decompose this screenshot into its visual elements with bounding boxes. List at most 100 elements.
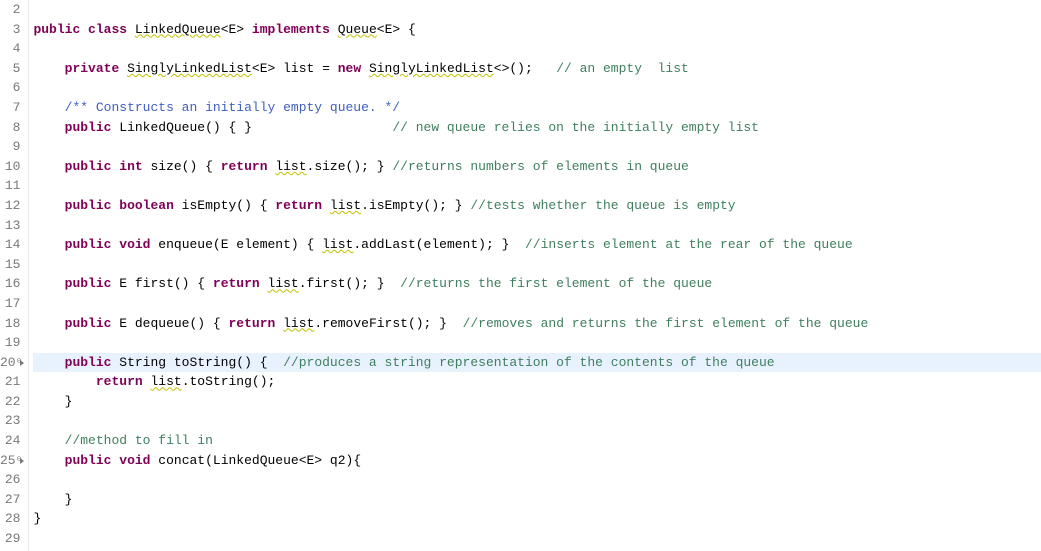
- code-token: [33, 355, 64, 370]
- line-number[interactable]: 12: [0, 196, 20, 216]
- code-editor-area[interactable]: public class LinkedQueue<E> implements Q…: [29, 0, 1041, 551]
- code-line[interactable]: public E dequeue() { return list.removeF…: [33, 314, 1041, 334]
- line-number[interactable]: 8: [0, 118, 20, 138]
- line-number[interactable]: 17: [0, 294, 20, 314]
- code-line[interactable]: }: [33, 509, 1041, 529]
- code-line[interactable]: //method to fill in: [33, 431, 1041, 451]
- line-number[interactable]: 15: [0, 255, 20, 275]
- code-line[interactable]: public void concat(LinkedQueue<E> q2){: [33, 451, 1041, 471]
- line-number[interactable]: 22: [0, 392, 20, 412]
- code-token: LinkedQueue() { }: [111, 120, 392, 135]
- code-token: [33, 237, 64, 252]
- line-number[interactable]: 27: [0, 490, 20, 510]
- code-token: list: [150, 374, 181, 389]
- line-number[interactable]: 19: [0, 333, 20, 353]
- code-token: list: [283, 316, 314, 331]
- code-line[interactable]: /** Constructs an initially empty queue.…: [33, 98, 1041, 118]
- code-line[interactable]: public void enqueue(E element) { list.ad…: [33, 235, 1041, 255]
- code-line[interactable]: [33, 39, 1041, 59]
- code-token: [127, 22, 135, 37]
- code-line[interactable]: [33, 137, 1041, 157]
- code-token: .toString();: [182, 374, 276, 389]
- code-token: LinkedQueue: [135, 22, 221, 37]
- code-token: [33, 61, 64, 76]
- line-number[interactable]: 3: [0, 20, 20, 40]
- code-line[interactable]: public int size() { return list.size(); …: [33, 157, 1041, 177]
- line-number[interactable]: 14: [0, 235, 20, 255]
- line-number[interactable]: 21: [0, 372, 20, 392]
- code-token: [33, 198, 64, 213]
- code-line[interactable]: }: [33, 490, 1041, 510]
- code-token: //returns the first element of the queue: [400, 276, 712, 291]
- code-line[interactable]: [33, 216, 1041, 236]
- line-number[interactable]: 16: [0, 274, 20, 294]
- code-token: SinglyLinkedList: [127, 61, 252, 76]
- code-token: [119, 61, 127, 76]
- code-token: // new queue relies on the initially emp…: [392, 120, 759, 135]
- line-number[interactable]: 6: [0, 78, 20, 98]
- code-token: [33, 374, 95, 389]
- code-token: //inserts element at the rear of the que…: [525, 237, 853, 252]
- code-line[interactable]: [33, 176, 1041, 196]
- code-line[interactable]: private SinglyLinkedList<E> list = new S…: [33, 59, 1041, 79]
- code-line[interactable]: public boolean isEmpty() { return list.i…: [33, 196, 1041, 216]
- line-number[interactable]: 9: [0, 137, 20, 157]
- line-number[interactable]: 20⊝: [0, 353, 20, 373]
- code-line[interactable]: [33, 255, 1041, 275]
- code-token: //returns numbers of elements in queue: [392, 159, 688, 174]
- line-number[interactable]: 28: [0, 509, 20, 529]
- code-line[interactable]: [33, 333, 1041, 353]
- code-line[interactable]: public class LinkedQueue<E> implements Q…: [33, 20, 1041, 40]
- code-token: [275, 316, 283, 331]
- code-line[interactable]: }: [33, 392, 1041, 412]
- code-line[interactable]: public LinkedQueue() { } // new queue re…: [33, 118, 1041, 138]
- code-token: SinglyLinkedList: [369, 61, 494, 76]
- code-token: public: [65, 276, 112, 291]
- code-line[interactable]: [33, 0, 1041, 20]
- code-token: .size(); }: [307, 159, 393, 174]
- code-line[interactable]: [33, 470, 1041, 490]
- line-number[interactable]: 13: [0, 216, 20, 236]
- code-line[interactable]: [33, 78, 1041, 98]
- line-number[interactable]: 24: [0, 431, 20, 451]
- line-number[interactable]: 29: [0, 529, 20, 549]
- code-token: .first(); }: [299, 276, 400, 291]
- code-token: [330, 22, 338, 37]
- code-token: // an empty list: [556, 61, 689, 76]
- code-token: return: [275, 198, 322, 213]
- line-number[interactable]: 23: [0, 411, 20, 431]
- code-token: public: [65, 120, 112, 135]
- line-number[interactable]: 25⊝: [0, 451, 20, 471]
- code-token: [33, 159, 64, 174]
- code-token: [33, 276, 64, 291]
- code-token: //tests whether the queue is empty: [470, 198, 735, 213]
- line-number[interactable]: 2: [0, 0, 20, 20]
- code-token: /** Constructs an initially empty queue.…: [65, 100, 400, 115]
- code-line[interactable]: [33, 529, 1041, 549]
- line-number[interactable]: 18: [0, 314, 20, 334]
- code-token: public boolean: [65, 198, 174, 213]
- code-line[interactable]: public String toString() { //produces a …: [33, 353, 1041, 373]
- line-number[interactable]: 4: [0, 39, 20, 59]
- code-token: <E> {: [377, 22, 416, 37]
- code-token: [33, 100, 64, 115]
- line-number[interactable]: 5: [0, 59, 20, 79]
- code-token: public: [65, 316, 112, 331]
- code-token: [260, 276, 268, 291]
- code-token: [361, 61, 369, 76]
- code-line[interactable]: public E first() { return list.first(); …: [33, 274, 1041, 294]
- code-token: [33, 316, 64, 331]
- line-number[interactable]: 26: [0, 470, 20, 490]
- code-token: //method to fill in: [65, 433, 213, 448]
- line-number[interactable]: 10: [0, 157, 20, 177]
- code-token: public: [65, 355, 112, 370]
- code-line[interactable]: [33, 294, 1041, 314]
- code-token: <>();: [494, 61, 556, 76]
- code-token: size() {: [143, 159, 221, 174]
- line-number[interactable]: 11: [0, 176, 20, 196]
- code-token: .removeFirst(); }: [314, 316, 462, 331]
- code-line[interactable]: return list.toString();: [33, 372, 1041, 392]
- line-number[interactable]: 7: [0, 98, 20, 118]
- code-line[interactable]: [33, 411, 1041, 431]
- code-token: [33, 120, 64, 135]
